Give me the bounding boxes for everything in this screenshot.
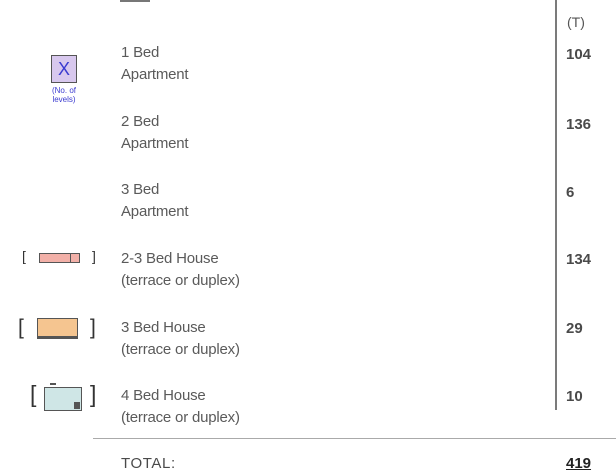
row-value: 134: [566, 251, 592, 268]
house-medium-swatch: [37, 318, 78, 338]
row-label: 3 Bed Apartment: [121, 179, 189, 223]
bracket-right-icon: ]: [92, 248, 96, 264]
column-divider: [555, 0, 557, 410]
house-small-tick: [70, 253, 75, 263]
units-header: (T): [567, 14, 585, 30]
row-label-line1: 1 Bed: [121, 44, 160, 61]
house-large-top-mark: [50, 383, 56, 385]
total-divider: [93, 438, 616, 439]
row-label: 2-3 Bed House (terrace or duplex): [121, 248, 240, 292]
row-value: 104: [566, 46, 592, 63]
row-label-line1: 2 Bed: [121, 113, 160, 130]
bracket-left-icon: [: [18, 316, 24, 339]
row-value: 29: [566, 320, 583, 337]
row-label-line1: 3 Bed House: [121, 319, 206, 336]
house-large-tick: [74, 402, 80, 409]
top-cutoff-line: [120, 0, 150, 2]
house-medium-base: [37, 336, 78, 339]
row-label: 2 Bed Apartment: [121, 111, 189, 155]
row-label-line1: 4 Bed House: [121, 387, 206, 404]
total-value: 419: [566, 455, 592, 472]
row-value: 10: [566, 388, 583, 405]
row-label: 4 Bed House (terrace or duplex): [121, 385, 240, 429]
bracket-left-icon: [: [30, 381, 37, 407]
row-value: 136: [566, 116, 592, 133]
row-label-line2: (terrace or duplex): [121, 341, 240, 358]
row-label: 3 Bed House (terrace or duplex): [121, 317, 240, 361]
row-label-line1: 3 Bed: [121, 181, 160, 198]
bracket-right-icon: ]: [90, 316, 96, 339]
row-value: 6: [566, 184, 575, 201]
bracket-right-icon: ]: [90, 381, 97, 407]
row-label-line2: Apartment: [121, 135, 189, 152]
total-label: TOTAL:: [121, 455, 176, 472]
row-label-line2: (terrace or duplex): [121, 409, 240, 426]
row-label-line2: (terrace or duplex): [121, 272, 240, 289]
row-label-line2: Apartment: [121, 203, 189, 220]
row-label-line2: Apartment: [121, 66, 189, 83]
bracket-left-icon: [: [22, 248, 26, 264]
levels-note: (No. of levels): [51, 86, 76, 104]
row-label: 1 Bed Apartment: [121, 42, 189, 86]
row-label-line1: 2-3 Bed House: [121, 250, 219, 267]
apartment-x-icon: X: [51, 55, 77, 83]
